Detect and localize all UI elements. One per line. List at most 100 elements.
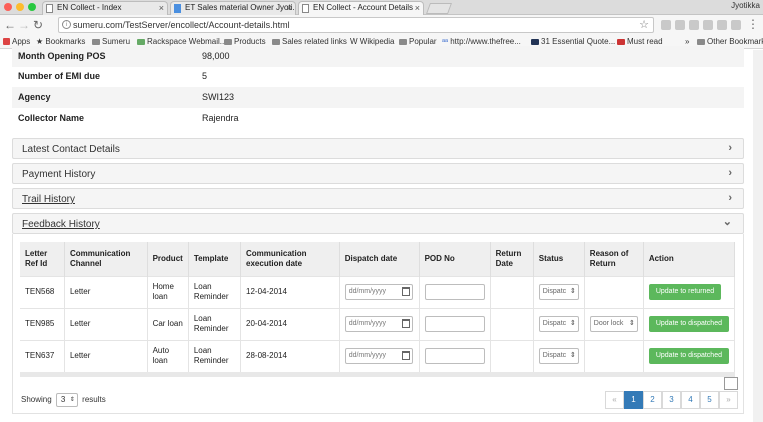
communication-channel: Letter <box>64 307 148 340</box>
wikipedia-icon: W <box>350 37 360 46</box>
bookmark-label: Other Bookmarks <box>707 37 763 46</box>
status-value: Dispatc <box>542 288 567 295</box>
action-cell: Update to returned <box>643 275 736 308</box>
info-value: 98,000 <box>202 51 230 61</box>
letter-ref-id: TEN568 <box>20 275 65 308</box>
pagination-page-4[interactable]: 4 <box>681 391 700 409</box>
update-to-returned-button[interactable]: Update to returned <box>648 284 722 300</box>
profile-name[interactable]: Jyotikka <box>731 1 760 10</box>
reason-select[interactable]: Door lock ⇕ <box>589 316 638 332</box>
info-value: Rajendra <box>202 113 239 123</box>
reload-icon[interactable]: ↻ <box>33 18 43 32</box>
site-icon <box>617 39 625 45</box>
col-product: Product <box>147 242 189 276</box>
accordion-payment-history[interactable]: Payment History › <box>12 163 744 184</box>
close-window-icon[interactable] <box>4 3 12 11</box>
update-to-dispatched-button[interactable]: Update to dispatched <box>648 348 729 365</box>
communication-channel: Letter <box>64 275 148 308</box>
close-tab-icon[interactable]: × <box>159 2 164 14</box>
pod-no-input[interactable] <box>424 316 485 332</box>
dispatch-date-input[interactable]: dd/mm/yyyy <box>344 284 413 300</box>
select-arrows-icon: ⇕ <box>569 288 576 295</box>
forward-arrow-icon[interactable]: → <box>18 18 30 32</box>
pagination-prev[interactable]: « <box>605 391 624 409</box>
execution-date: 12-04-2014 <box>240 275 340 308</box>
table-row: TEN985 Letter Car loan Loan Reminder 20-… <box>20 307 736 340</box>
extension-icon[interactable] <box>661 20 671 30</box>
communication-channel: Letter <box>64 339 148 372</box>
status-select[interactable]: Dispatc ⇕ <box>538 284 579 300</box>
status-select[interactable]: Dispatc ⇕ <box>538 348 579 365</box>
calendar-icon[interactable] <box>401 287 410 296</box>
info-label: Agency <box>18 92 51 102</box>
pagination-page-2[interactable]: 2 <box>643 391 662 409</box>
calendar-icon[interactable] <box>401 319 410 328</box>
page-icon <box>46 4 53 13</box>
pagination-next[interactable]: » <box>719 391 738 409</box>
bookmark-label: Sumeru <box>102 37 131 46</box>
tab-en-collect-index[interactable]: EN Collect - Index × <box>42 1 168 15</box>
close-tab-icon[interactable]: × <box>287 2 292 14</box>
corner-checkbox[interactable] <box>724 377 738 390</box>
url-field[interactable]: i sumeru.com/TestServer/encollect/Accoun… <box>58 17 654 33</box>
reason-of-return <box>584 339 644 372</box>
page-size-value: 3 <box>60 395 66 404</box>
template: Loan Reminder <box>188 339 242 372</box>
pod-no-input[interactable] <box>424 348 485 365</box>
info-value: SWI123 <box>202 92 235 102</box>
folder-icon <box>399 39 407 45</box>
maximize-window-icon[interactable] <box>28 3 36 11</box>
date-placeholder: dd/mm/yyyy <box>348 352 387 360</box>
bookmark-label: Sales related links <box>282 37 347 46</box>
star-icon[interactable]: ☆ <box>639 18 649 32</box>
info-row-emi-due: Number of EMI due 5 <box>12 66 744 87</box>
return-date <box>490 307 534 340</box>
status-value: Dispatc <box>542 352 567 360</box>
chevron-down-icon: ⌄ <box>722 216 732 228</box>
product: Home loan <box>147 275 189 308</box>
table-header-row: Letter Ref Id Communication Channel Prod… <box>20 242 736 276</box>
extension-icon[interactable] <box>731 20 741 30</box>
close-tab-icon[interactable]: × <box>415 2 420 14</box>
select-arrows-icon: ⇕ <box>569 352 576 360</box>
table-horizontal-scrollbar[interactable] <box>20 372 735 377</box>
info-value: 5 <box>202 71 208 81</box>
extension-icon[interactable] <box>689 20 699 30</box>
pagination-page-5[interactable]: 5 <box>700 391 719 409</box>
calendar-icon[interactable] <box>401 351 410 361</box>
status-select[interactable]: Dispatc ⇕ <box>538 316 579 332</box>
product: Car loan <box>147 307 189 340</box>
chevron-right-icon: › <box>728 142 732 154</box>
page-size-select[interactable]: 3 ⇕ <box>55 393 78 407</box>
new-tab-button[interactable] <box>425 3 453 14</box>
info-icon[interactable]: i <box>62 20 71 29</box>
status-cell: Dispatc ⇕ <box>533 307 585 340</box>
address-bar-row: ← → ↻ i sumeru.com/TestServer/encollect/… <box>0 15 763 35</box>
product: Auto loan <box>147 339 189 372</box>
minimize-window-icon[interactable] <box>16 3 24 11</box>
pod-no-cell <box>419 307 491 340</box>
back-arrow-icon[interactable]: ← <box>4 18 16 32</box>
col-communication-channel: Communication Channel <box>64 242 148 276</box>
pagination-page-1[interactable]: 1 <box>624 391 643 409</box>
cast-icon[interactable] <box>717 20 727 30</box>
vertical-scrollbar[interactable] <box>753 50 763 422</box>
bookmark-label: Bookmarks <box>45 37 86 46</box>
accordion-feedback-history[interactable]: Feedback History ⌄ <box>12 213 744 234</box>
bookmark-label: Wikipedia <box>359 37 395 46</box>
info-row-agency: Agency SWI123 <box>12 87 744 108</box>
extension-icon[interactable] <box>703 20 713 30</box>
accordion-trail-history[interactable]: Trail History › <box>12 188 744 209</box>
update-to-dispatched-button[interactable]: Update to dispatched <box>648 316 729 332</box>
extension-icon[interactable] <box>675 20 685 30</box>
menu-icon[interactable]: ⋮ <box>747 17 759 31</box>
dispatch-date-input[interactable]: dd/mm/yyyy <box>344 348 413 365</box>
dispatch-date-input[interactable]: dd/mm/yyyy <box>344 316 413 332</box>
date-placeholder: dd/mm/yyyy <box>348 320 387 327</box>
page-icon <box>302 4 309 13</box>
accordion-latest-contact-details[interactable]: Latest Contact Details › <box>12 138 744 159</box>
pod-no-input[interactable] <box>424 284 485 300</box>
pagination-page-3[interactable]: 3 <box>662 391 681 409</box>
tab-account-details[interactable]: EN Collect - Account Details × <box>298 1 424 15</box>
tab-et-sales-material[interactable]: ET Sales material Owner Jyoti... × <box>170 1 296 15</box>
